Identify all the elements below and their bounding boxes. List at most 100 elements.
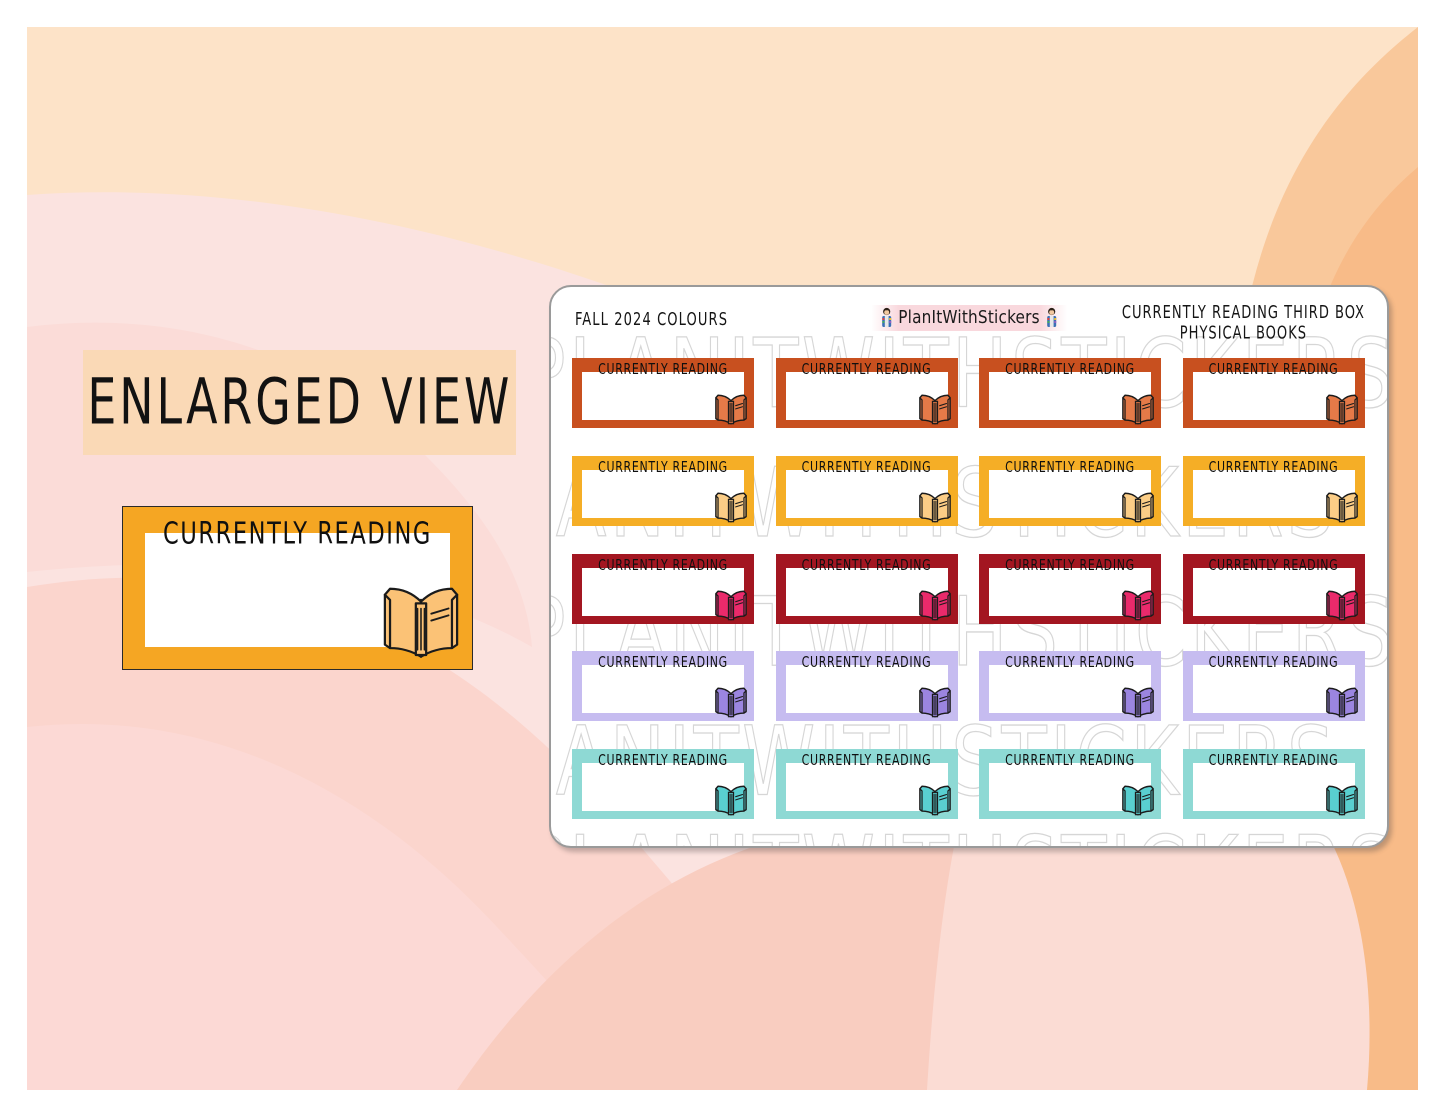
open-book-icon-svg xyxy=(715,785,747,816)
sticker-label: CURRENTLY READING xyxy=(598,360,728,378)
sticker-inner: CURRENTLY READING xyxy=(989,458,1154,523)
sticker-lavender[interactable]: CURRENTLY READING xyxy=(1182,651,1365,722)
sticker-amber[interactable]: CURRENTLY READING xyxy=(979,455,1161,526)
open-book-icon-svg xyxy=(715,394,747,425)
open-book-icon xyxy=(917,490,953,524)
open-book-icon xyxy=(1120,588,1156,622)
open-book-icon xyxy=(917,685,953,719)
sticker-cell: CURRENTLY READING xyxy=(772,547,968,641)
sticker-cell: CURRENTLY READING xyxy=(1179,742,1375,836)
sticker-label: CURRENTLY READING xyxy=(801,458,932,476)
sticker-label: CURRENTLY READING xyxy=(1005,751,1135,769)
brand-logo: PlanItWithStickers xyxy=(871,305,1067,331)
sticker-inner: CURRENTLY READING xyxy=(582,458,747,523)
sticker-label: CURRENTLY READING xyxy=(1005,556,1135,574)
enlarged-view-heading-text: ENLARGED VIEW xyxy=(87,365,512,440)
sticker-maroon[interactable]: CURRENTLY READING xyxy=(572,553,754,624)
open-book-icon xyxy=(713,783,749,817)
sticker-amber[interactable]: CURRENTLY READING xyxy=(1182,455,1365,526)
open-book-icon xyxy=(713,685,749,719)
open-book-icon xyxy=(378,581,464,659)
open-book-icon xyxy=(1324,685,1360,719)
sticker-inner: CURRENTLY READING xyxy=(785,752,951,816)
sticker-label: CURRENTLY READING xyxy=(801,751,932,769)
sticker-cell: CURRENTLY READING xyxy=(1179,449,1375,543)
enlarged-sticker-inner: CURRENTLY READING xyxy=(145,516,459,658)
sticker-inner: CURRENTLY READING xyxy=(989,654,1154,718)
sticker-lavender[interactable]: CURRENTLY READING xyxy=(979,651,1161,722)
sheet-header: FALL 2024 COLOURS PlanItWithStickers CUR… xyxy=(551,301,1387,349)
sticker-maroon[interactable]: CURRENTLY READING xyxy=(979,553,1161,624)
sticker-teal[interactable]: CURRENTLY READING xyxy=(775,749,958,820)
sheet-header-left-title: FALL 2024 COLOURS xyxy=(575,310,729,330)
sticker-teal[interactable]: CURRENTLY READING xyxy=(572,749,754,820)
person-avatar-icon xyxy=(882,307,892,327)
sheet-header-right-title: CURRENTLY READING THIRD BOX PHYSICAL BOO… xyxy=(1122,304,1365,345)
sticker-cell: CURRENTLY READING xyxy=(1179,351,1375,445)
sticker-inner: CURRENTLY READING xyxy=(989,360,1154,425)
open-book-icon-svg xyxy=(1325,394,1358,425)
open-book-icon-svg xyxy=(715,687,747,718)
open-book-icon-svg xyxy=(1325,687,1358,718)
sticker-rust[interactable]: CURRENTLY READING xyxy=(775,358,958,428)
sticker-label: CURRENTLY READING xyxy=(598,458,728,476)
sticker-label: CURRENTLY READING xyxy=(1005,360,1135,378)
sticker-cell: CURRENTLY READING xyxy=(975,547,1171,641)
sticker-rust[interactable]: CURRENTLY READING xyxy=(1182,358,1365,428)
sticker-label: CURRENTLY READING xyxy=(598,556,728,574)
open-book-icon xyxy=(1120,783,1156,817)
sticker-label: CURRENTLY READING xyxy=(598,653,728,671)
sheet-header-right-line1: CURRENTLY READING THIRD BOX xyxy=(1121,303,1365,323)
open-book-icon-svg xyxy=(1122,785,1154,816)
sticker-cell: CURRENTLY READING xyxy=(568,351,764,445)
sticker-sheet: PLANITWITHSTICKERS PLANITWITHSTICKERS PL… xyxy=(549,285,1389,848)
sticker-label: CURRENTLY READING xyxy=(1208,751,1339,769)
sticker-label: CURRENTLY READING xyxy=(1005,458,1135,476)
open-book-icon-svg xyxy=(918,590,951,620)
sticker-cell: CURRENTLY READING xyxy=(772,351,968,445)
open-book-icon xyxy=(1324,588,1360,622)
sticker-amber[interactable]: CURRENTLY READING xyxy=(572,455,754,526)
sticker-teal[interactable]: CURRENTLY READING xyxy=(979,749,1161,820)
open-book-icon-svg xyxy=(1122,394,1154,425)
open-book-icon xyxy=(1120,490,1156,524)
sticker-maroon[interactable]: CURRENTLY READING xyxy=(775,553,958,624)
enlarged-sticker-sample: CURRENTLY READING xyxy=(122,506,473,670)
sticker-teal[interactable]: CURRENTLY READING xyxy=(1182,749,1365,820)
sticker-inner: CURRENTLY READING xyxy=(1192,752,1358,816)
sticker-maroon[interactable]: CURRENTLY READING xyxy=(1182,553,1365,624)
sticker-inner: CURRENTLY READING xyxy=(1192,458,1358,523)
sticker-inner: CURRENTLY READING xyxy=(1192,360,1358,425)
enlarged-view-heading-band: ENLARGED VIEW xyxy=(83,350,516,455)
sticker-cell: CURRENTLY READING xyxy=(772,742,968,836)
sticker-label: CURRENTLY READING xyxy=(1005,653,1135,671)
open-book-icon xyxy=(1324,392,1360,426)
open-book-icon-svg xyxy=(715,590,747,620)
open-book-icon xyxy=(1324,490,1360,524)
sticker-cell: CURRENTLY READING xyxy=(568,449,764,543)
sticker-rust[interactable]: CURRENTLY READING xyxy=(572,358,754,428)
open-book-icon xyxy=(713,392,749,426)
sticker-cell: CURRENTLY READING xyxy=(975,351,1171,445)
open-book-icon xyxy=(917,783,953,817)
open-book-icon xyxy=(1324,783,1360,817)
sticker-rust[interactable]: CURRENTLY READING xyxy=(979,358,1161,428)
sticker-cell: CURRENTLY READING xyxy=(772,644,968,738)
sticker-cell: CURRENTLY READING xyxy=(975,644,1171,738)
sticker-lavender[interactable]: CURRENTLY READING xyxy=(572,651,754,722)
sticker-cell: CURRENTLY READING xyxy=(1179,547,1375,641)
sticker-lavender[interactable]: CURRENTLY READING xyxy=(775,651,958,722)
sticker-cell: CURRENTLY READING xyxy=(568,742,764,836)
open-book-icon xyxy=(917,588,953,622)
sticker-cell: CURRENTLY READING xyxy=(568,547,764,641)
sticker-inner: CURRENTLY READING xyxy=(582,654,747,718)
open-book-icon-svg xyxy=(715,492,747,523)
sticker-amber[interactable]: CURRENTLY READING xyxy=(775,455,958,526)
sticker-inner: CURRENTLY READING xyxy=(582,360,747,425)
sticker-inner: CURRENTLY READING xyxy=(785,556,951,620)
open-book-icon-svg xyxy=(1325,492,1358,523)
open-book-icon-svg xyxy=(918,492,951,523)
sticker-inner: CURRENTLY READING xyxy=(989,556,1154,620)
page-canvas: ENLARGED VIEW CURRENTLY READING PLANITWI… xyxy=(0,0,1445,1117)
open-book-icon xyxy=(713,490,749,524)
